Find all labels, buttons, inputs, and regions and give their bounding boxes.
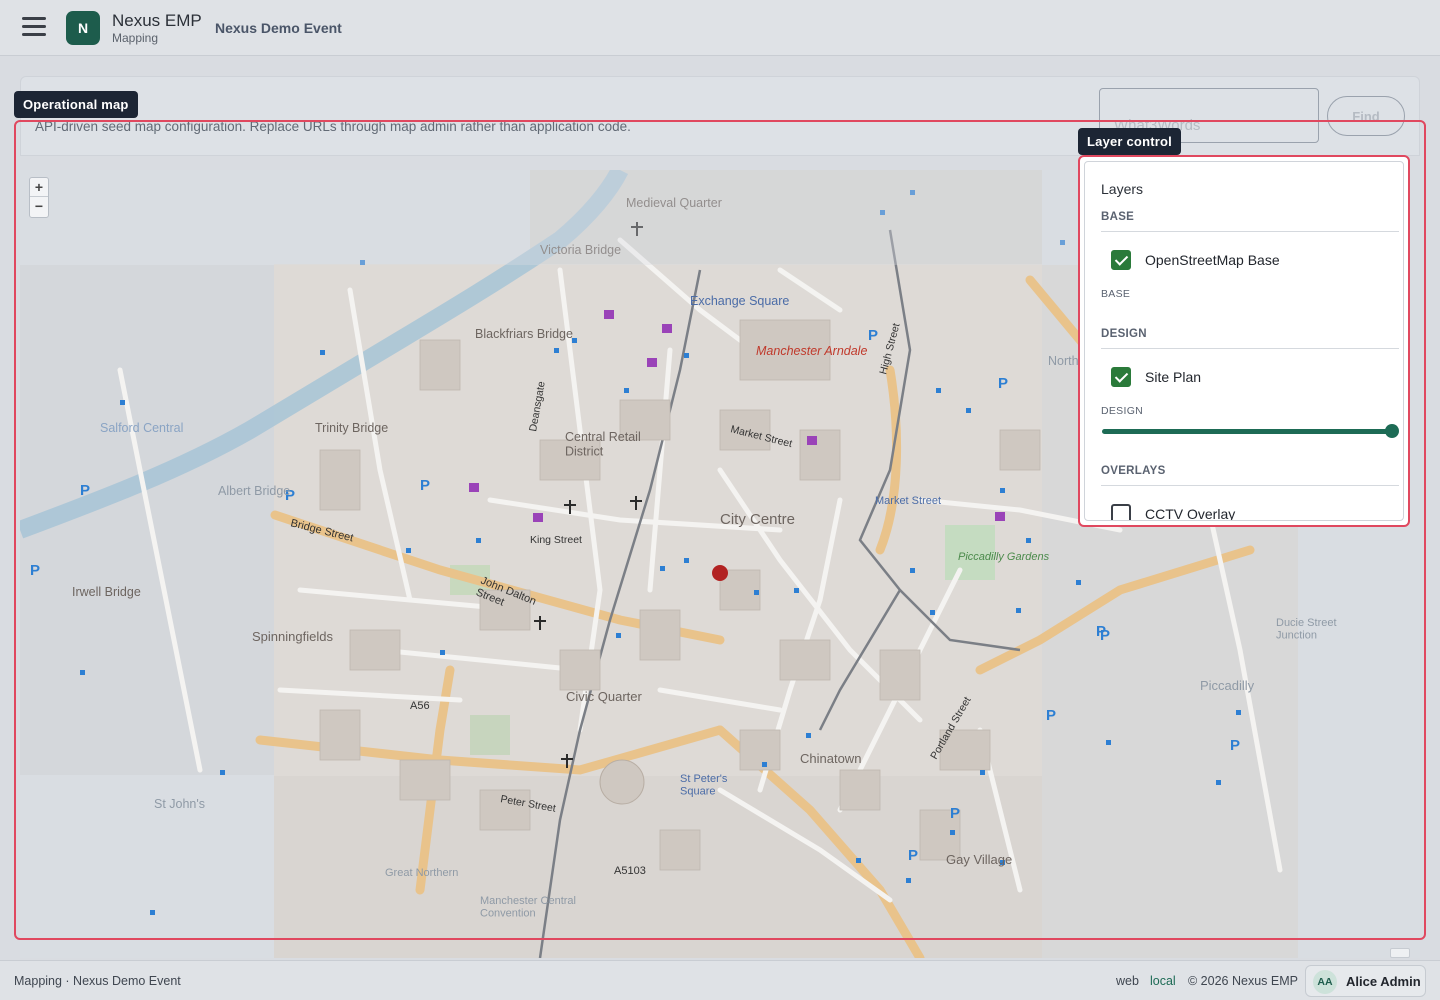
map-label-blackfriars-bridge: Blackfriars Bridge — [475, 327, 573, 341]
hamburger-icon[interactable] — [22, 17, 46, 37]
base-divider — [1101, 231, 1399, 232]
base-section-heading: BASE — [1101, 211, 1135, 223]
svg-text:P: P — [80, 482, 90, 499]
map-label-a5103: A5103 — [614, 865, 646, 877]
map-label-exchange-square: Exchange Square — [690, 294, 789, 308]
map-description: API-driven seed map configuration. Repla… — [35, 119, 631, 134]
map-label-piccadilly: Piccadilly — [1200, 678, 1255, 693]
cctv-overlay-label[interactable]: CCTV Overlay — [1145, 506, 1235, 520]
map-label-trinity-bridge: Trinity Bridge — [315, 421, 388, 435]
footer: Mapping · Nexus Demo Event web local © 2… — [0, 960, 1440, 1000]
app-section: Mapping — [112, 31, 159, 45]
layers-title: Layers — [1101, 181, 1144, 197]
design-section-heading: DESIGN — [1101, 328, 1147, 340]
cctv-overlay-checkbox[interactable] — [1111, 504, 1131, 520]
map-label-salford-central: Salford Central — [100, 421, 183, 435]
map-label-irwell-bridge: Irwell Bridge — [72, 585, 141, 599]
base-layer-checkbox[interactable] — [1111, 250, 1131, 270]
map-label-st-johns: St John's — [154, 797, 205, 811]
map-label-piccadilly-gardens: Piccadilly Gardens — [958, 551, 1050, 563]
app-logo: N — [66, 11, 100, 45]
svg-text:P: P — [908, 847, 918, 864]
design-layer-label[interactable]: Site Plan — [1145, 369, 1201, 385]
map-label-spinningfields: Spinningfields — [252, 629, 333, 644]
map-label-king-street: King Street — [530, 534, 582, 546]
layer-control-list: Layers BASE OpenStreetMap Base BASE DESI… — [1084, 161, 1404, 521]
svg-text:P: P — [998, 375, 1008, 392]
map-label-great-northern: Great Northern — [385, 867, 458, 879]
overlays-divider — [1101, 485, 1399, 486]
design-caption: DESIGN — [1101, 405, 1144, 417]
svg-text:P: P — [30, 562, 40, 579]
base-layer-label[interactable]: OpenStreetMap Base — [1145, 252, 1280, 268]
app-name: Nexus EMP — [112, 11, 202, 30]
map-label-albert-bridge: Albert Bridge — [218, 484, 290, 498]
layer-control-panel: Layers BASE OpenStreetMap Base BASE DESI… — [1078, 155, 1410, 527]
svg-text:P: P — [420, 477, 430, 494]
map-label-a56: A56 — [410, 700, 430, 712]
svg-text:P: P — [1230, 737, 1240, 754]
design-layer-checkbox[interactable] — [1111, 367, 1131, 387]
map-label-chinatown: Chinatown — [800, 751, 861, 766]
map-label-city-centre: City Centre — [720, 511, 795, 528]
overlays-section-heading: OVERLAYS — [1101, 465, 1166, 477]
map-label-civic-quarter: Civic Quarter — [566, 689, 643, 704]
event-name[interactable]: Nexus Demo Event — [215, 20, 342, 36]
user-menu[interactable]: AA Alice Admin — [1305, 965, 1426, 997]
zoom-out-button[interactable]: − — [30, 197, 48, 216]
base-caption: BASE — [1101, 288, 1131, 300]
scroll-handle[interactable] — [1390, 948, 1410, 958]
svg-text:P: P — [1046, 707, 1056, 724]
svg-text:P: P — [1100, 627, 1110, 644]
copyright: © 2026 Nexus EMP — [1188, 974, 1298, 988]
map-label-manchester-arndale: Manchester Arndale — [756, 344, 867, 358]
layer-control-tooltip: Layer control — [1078, 128, 1181, 155]
env-web: web — [1116, 974, 1139, 988]
svg-text:P: P — [950, 805, 960, 822]
footer-context: Mapping · Nexus Demo Event — [14, 974, 181, 988]
user-name: Alice Admin — [1346, 974, 1421, 989]
map-label-gay-village: Gay Village — [946, 852, 1012, 867]
zoom-in-button[interactable]: + — [30, 178, 48, 197]
find-button[interactable]: Find — [1327, 96, 1405, 136]
env-local: local — [1150, 974, 1176, 988]
operational-map-tooltip: Operational map — [14, 91, 138, 118]
design-opacity-slider[interactable] — [1102, 429, 1392, 434]
map-label-market-street: Market Street — [875, 495, 941, 507]
svg-text:P: P — [868, 327, 878, 344]
avatar: AA — [1313, 970, 1337, 994]
zoom-control: + − — [29, 177, 49, 218]
design-opacity-thumb[interactable] — [1385, 424, 1399, 438]
app-bar: N Nexus EMP Mapping Nexus Demo Event — [0, 0, 1440, 56]
design-divider — [1101, 348, 1399, 349]
